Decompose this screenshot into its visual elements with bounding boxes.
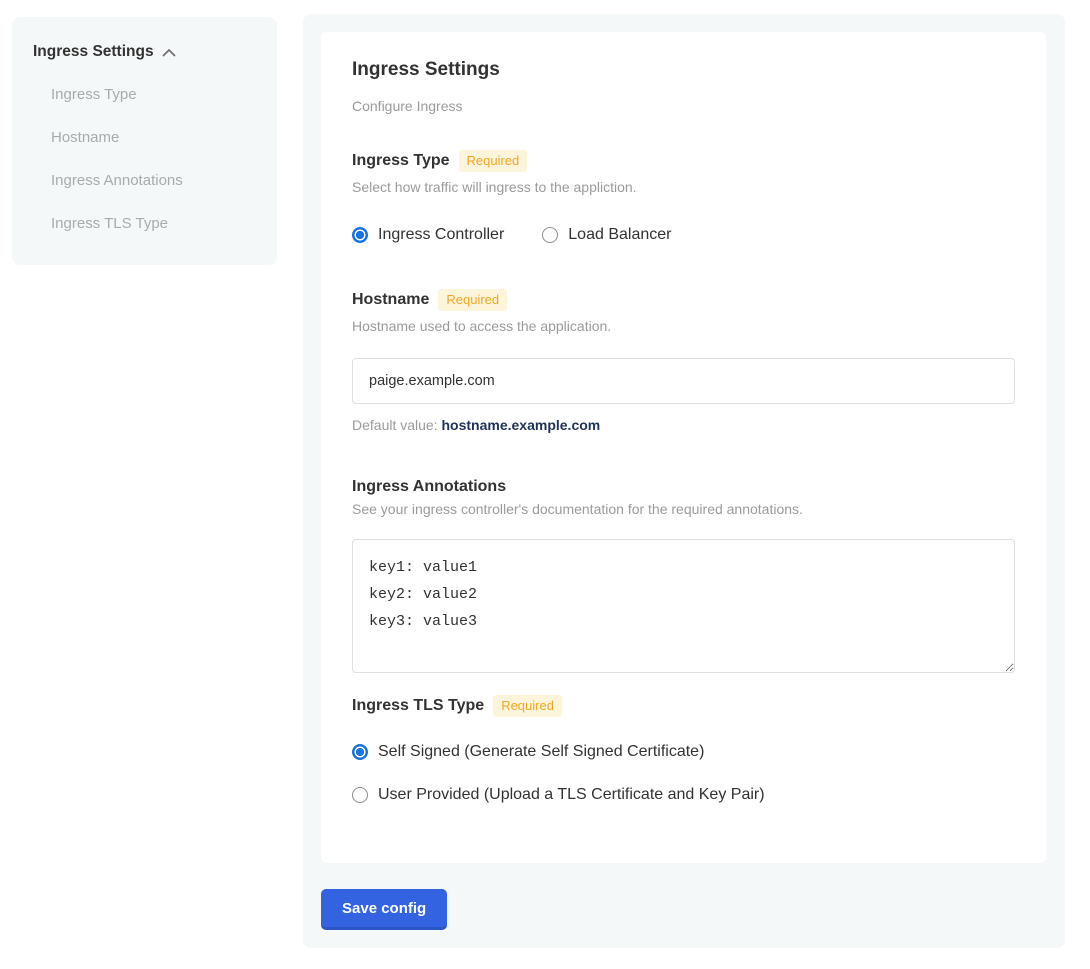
sidebar-item-ingress-tls-type[interactable]: Ingress TLS Type: [51, 215, 257, 232]
radio-unselected-icon[interactable]: [542, 227, 558, 243]
ingress-annotations-help: See your ingress controller's documentat…: [352, 501, 1015, 517]
required-badge: Required: [459, 150, 528, 172]
save-config-button[interactable]: Save config: [321, 889, 447, 930]
ingress-type-label: Ingress Type: [352, 152, 450, 170]
sidebar-item-hostname[interactable]: Hostname: [51, 129, 257, 146]
radio-self-signed[interactable]: Self Signed (Generate Self Signed Certif…: [352, 743, 1015, 761]
radio-unselected-icon[interactable]: [352, 787, 368, 803]
ingress-annotations-textarea[interactable]: key1: value1 key2: value2 key3: value3: [352, 539, 1015, 673]
config-card: Ingress Settings Configure Ingress Ingre…: [321, 32, 1046, 863]
ingress-annotations-label: Ingress Annotations: [352, 478, 506, 496]
radio-load-balancer[interactable]: Load Balancer: [542, 226, 671, 244]
ingress-tls-type-label: Ingress TLS Type: [352, 697, 484, 715]
radio-ingress-controller[interactable]: Ingress Controller: [352, 226, 504, 244]
sidebar-group-ingress-settings[interactable]: Ingress Settings: [33, 43, 257, 61]
sidebar-item-list: Ingress Type Hostname Ingress Annotation…: [33, 86, 257, 232]
hostname-default-value-text: hostname.example.com: [442, 417, 601, 433]
config-nav-sidebar: Ingress Settings Ingress Type Hostname I…: [12, 17, 277, 265]
ingress-tls-type-radio-group: Self Signed (Generate Self Signed Certif…: [352, 743, 1015, 804]
radio-user-provided[interactable]: User Provided (Upload a TLS Certificate …: [352, 786, 1015, 804]
page-subtitle: Configure Ingress: [352, 98, 1015, 114]
hostname-label: Hostname: [352, 291, 429, 309]
ingress-type-radio-group: Ingress Controller Load Balancer: [352, 226, 1015, 244]
sidebar-item-ingress-type[interactable]: Ingress Type: [51, 86, 257, 103]
hostname-input[interactable]: [352, 358, 1015, 404]
radio-selected-icon[interactable]: [352, 227, 368, 243]
ingress-type-help: Select how traffic will ingress to the a…: [352, 179, 1015, 195]
hostname-help: Hostname used to access the application.: [352, 318, 1015, 334]
group-ingress-tls-type: Ingress TLS Type Required Self Signed (G…: [352, 695, 1015, 804]
sidebar-item-ingress-annotations[interactable]: Ingress Annotations: [51, 172, 257, 189]
chevron-up-icon: [162, 48, 176, 57]
hostname-default-value: Default value: hostname.example.com: [352, 417, 1015, 433]
group-ingress-annotations: Ingress Annotations See your ingress con…: [352, 478, 1015, 673]
required-badge: Required: [493, 695, 562, 717]
radio-selected-icon[interactable]: [352, 744, 368, 760]
required-badge: Required: [438, 289, 507, 311]
group-hostname: Hostname Required Hostname used to acces…: [352, 289, 1015, 433]
group-ingress-type: Ingress Type Required Select how traffic…: [352, 150, 1015, 244]
config-main-panel: Ingress Settings Configure Ingress Ingre…: [303, 14, 1065, 948]
sidebar-group-label: Ingress Settings: [33, 43, 154, 61]
page-title: Ingress Settings: [352, 59, 1015, 81]
